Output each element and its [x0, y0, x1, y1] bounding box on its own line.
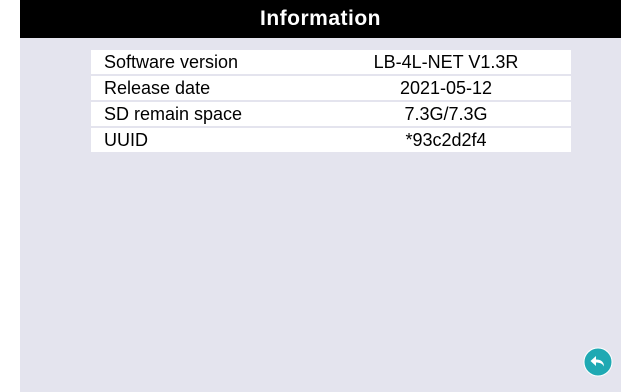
page-title: Information — [20, 0, 621, 38]
info-label: Release date — [104, 78, 211, 98]
info-row-release-date: Release date 2021-05-12 — [91, 76, 571, 100]
info-table: Software version LB-4L-NET V1.3R Release… — [91, 50, 571, 154]
info-value: 2021-05-12 — [399, 78, 493, 98]
info-label: SD remain space — [104, 104, 243, 124]
back-button[interactable] — [583, 347, 613, 377]
info-value: LB-4L-NET V1.3R — [373, 52, 519, 72]
info-value: 7.3G/7.3G — [404, 104, 488, 124]
info-label: UUID — [104, 130, 148, 150]
info-label: Software version — [104, 52, 239, 72]
info-row-sd-remain-space: SD remain space 7.3G/7.3G — [91, 102, 571, 126]
info-row-software-version: Software version LB-4L-NET V1.3R — [91, 50, 571, 74]
info-value: *93c2d2f4 — [405, 130, 487, 150]
info-screen: Information Software version LB-4L-NET V… — [20, 0, 621, 392]
back-arrow-icon — [583, 347, 613, 377]
info-row-uuid: UUID *93c2d2f4 — [91, 128, 571, 152]
